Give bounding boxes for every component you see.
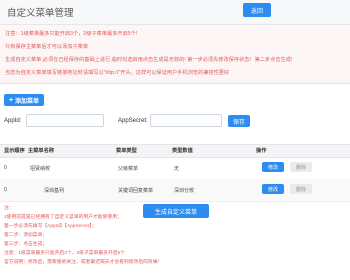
edit-button[interactable]: 修改 [262, 184, 284, 194]
note-line: 第三步：点击生成； [4, 242, 48, 247]
row-menu-type: 关键词回复菜单 [118, 188, 154, 194]
column-header: 操作 [256, 148, 267, 154]
column-header: 菜单类型 [116, 148, 137, 154]
page-header: 自定义菜单管理 返回 [0, 0, 350, 25]
column-header: 主菜单名称 [28, 148, 54, 154]
note-line: 1使用前提是已经拥有了自定义菜单的用户才能够使用； [4, 215, 122, 220]
appid-label: AppId: [4, 118, 22, 124]
row-menu-type: 父级菜单 [118, 166, 139, 172]
row-type-value: 无 [174, 166, 180, 172]
appid-input[interactable] [26, 114, 104, 127]
table-row: 0 深圳基列 关键词回复菜单 深圳分校 修改 删除 [0, 179, 350, 202]
note-line: 第一步必须先填写【AppId】【AppSecret】； [4, 224, 97, 229]
page: 自定义菜单管理 返回 注意：1级菜单最多只能开启3个，2级子菜单最多开启5个! … [0, 0, 350, 280]
delete-button[interactable]: 删除 [290, 184, 312, 194]
table-header: 显示顺序 主菜单名称 菜单类型 类型数值 操作 [0, 144, 350, 158]
row-type-value: 深圳分校 [174, 188, 195, 194]
notice-line: 注意：1级菜单最多只能开启3个，2级子菜单最多开启5个! [5, 31, 138, 37]
row-menu-name: 招贤纳校 [30, 166, 51, 172]
add-menu-button[interactable]: + 添加菜单 [4, 94, 44, 106]
back-button[interactable]: 返回 [243, 3, 271, 17]
row-order: 0 [4, 165, 7, 171]
generate-menu-button[interactable]: 生成自定义菜单 [143, 204, 209, 218]
row-menu-name: 深圳基列 [44, 188, 65, 194]
note-line: 注意：1级菜单最多只能开启3个，2级子菜单最多开启5个 [4, 251, 126, 256]
edit-button[interactable]: 修改 [262, 162, 284, 172]
row-order: 0 [4, 187, 7, 193]
column-header: 类型数值 [172, 148, 193, 154]
note-line: 官方说明：修改后，需要重新关注，或者最迟隔天才会看到修改后的效果！ [4, 260, 163, 265]
notice-line: 生成自定义菜单,必须在已经保存的基础上进行,临时勾选启用点击生成是无效的! 第一… [5, 57, 293, 63]
note-line: 第二步：添加菜单； [4, 233, 48, 238]
save-button[interactable]: 保存 [228, 115, 250, 127]
delete-button[interactable]: 删除 [290, 162, 312, 172]
credentials-form: AppId: AppSecret: [0, 114, 350, 130]
appsecret-input[interactable] [150, 114, 222, 127]
page-title: 自定义菜单管理 [7, 8, 74, 19]
column-header: 显示顺序 [4, 148, 25, 154]
plus-icon: + [8, 96, 14, 104]
table-row: 0 招贤纳校 父级菜单 无 修改 删除 [0, 157, 350, 180]
note-line: 注： [4, 206, 14, 211]
appsecret-label: AppSecret: [118, 118, 148, 124]
notice-panel: 注意：1级菜单最多只能开启3个，2级子菜单最多开启5个! 只有保存主菜单后才可以… [0, 25, 350, 84]
notice-line: 当您为自定义菜单填写链接地址时请填写以"http://"开头，这样可以保证用户手… [5, 70, 230, 76]
add-menu-label: 添加菜单 [15, 98, 40, 105]
notice-line: 只有保存主菜单后才可以添加子菜单 [5, 44, 89, 50]
